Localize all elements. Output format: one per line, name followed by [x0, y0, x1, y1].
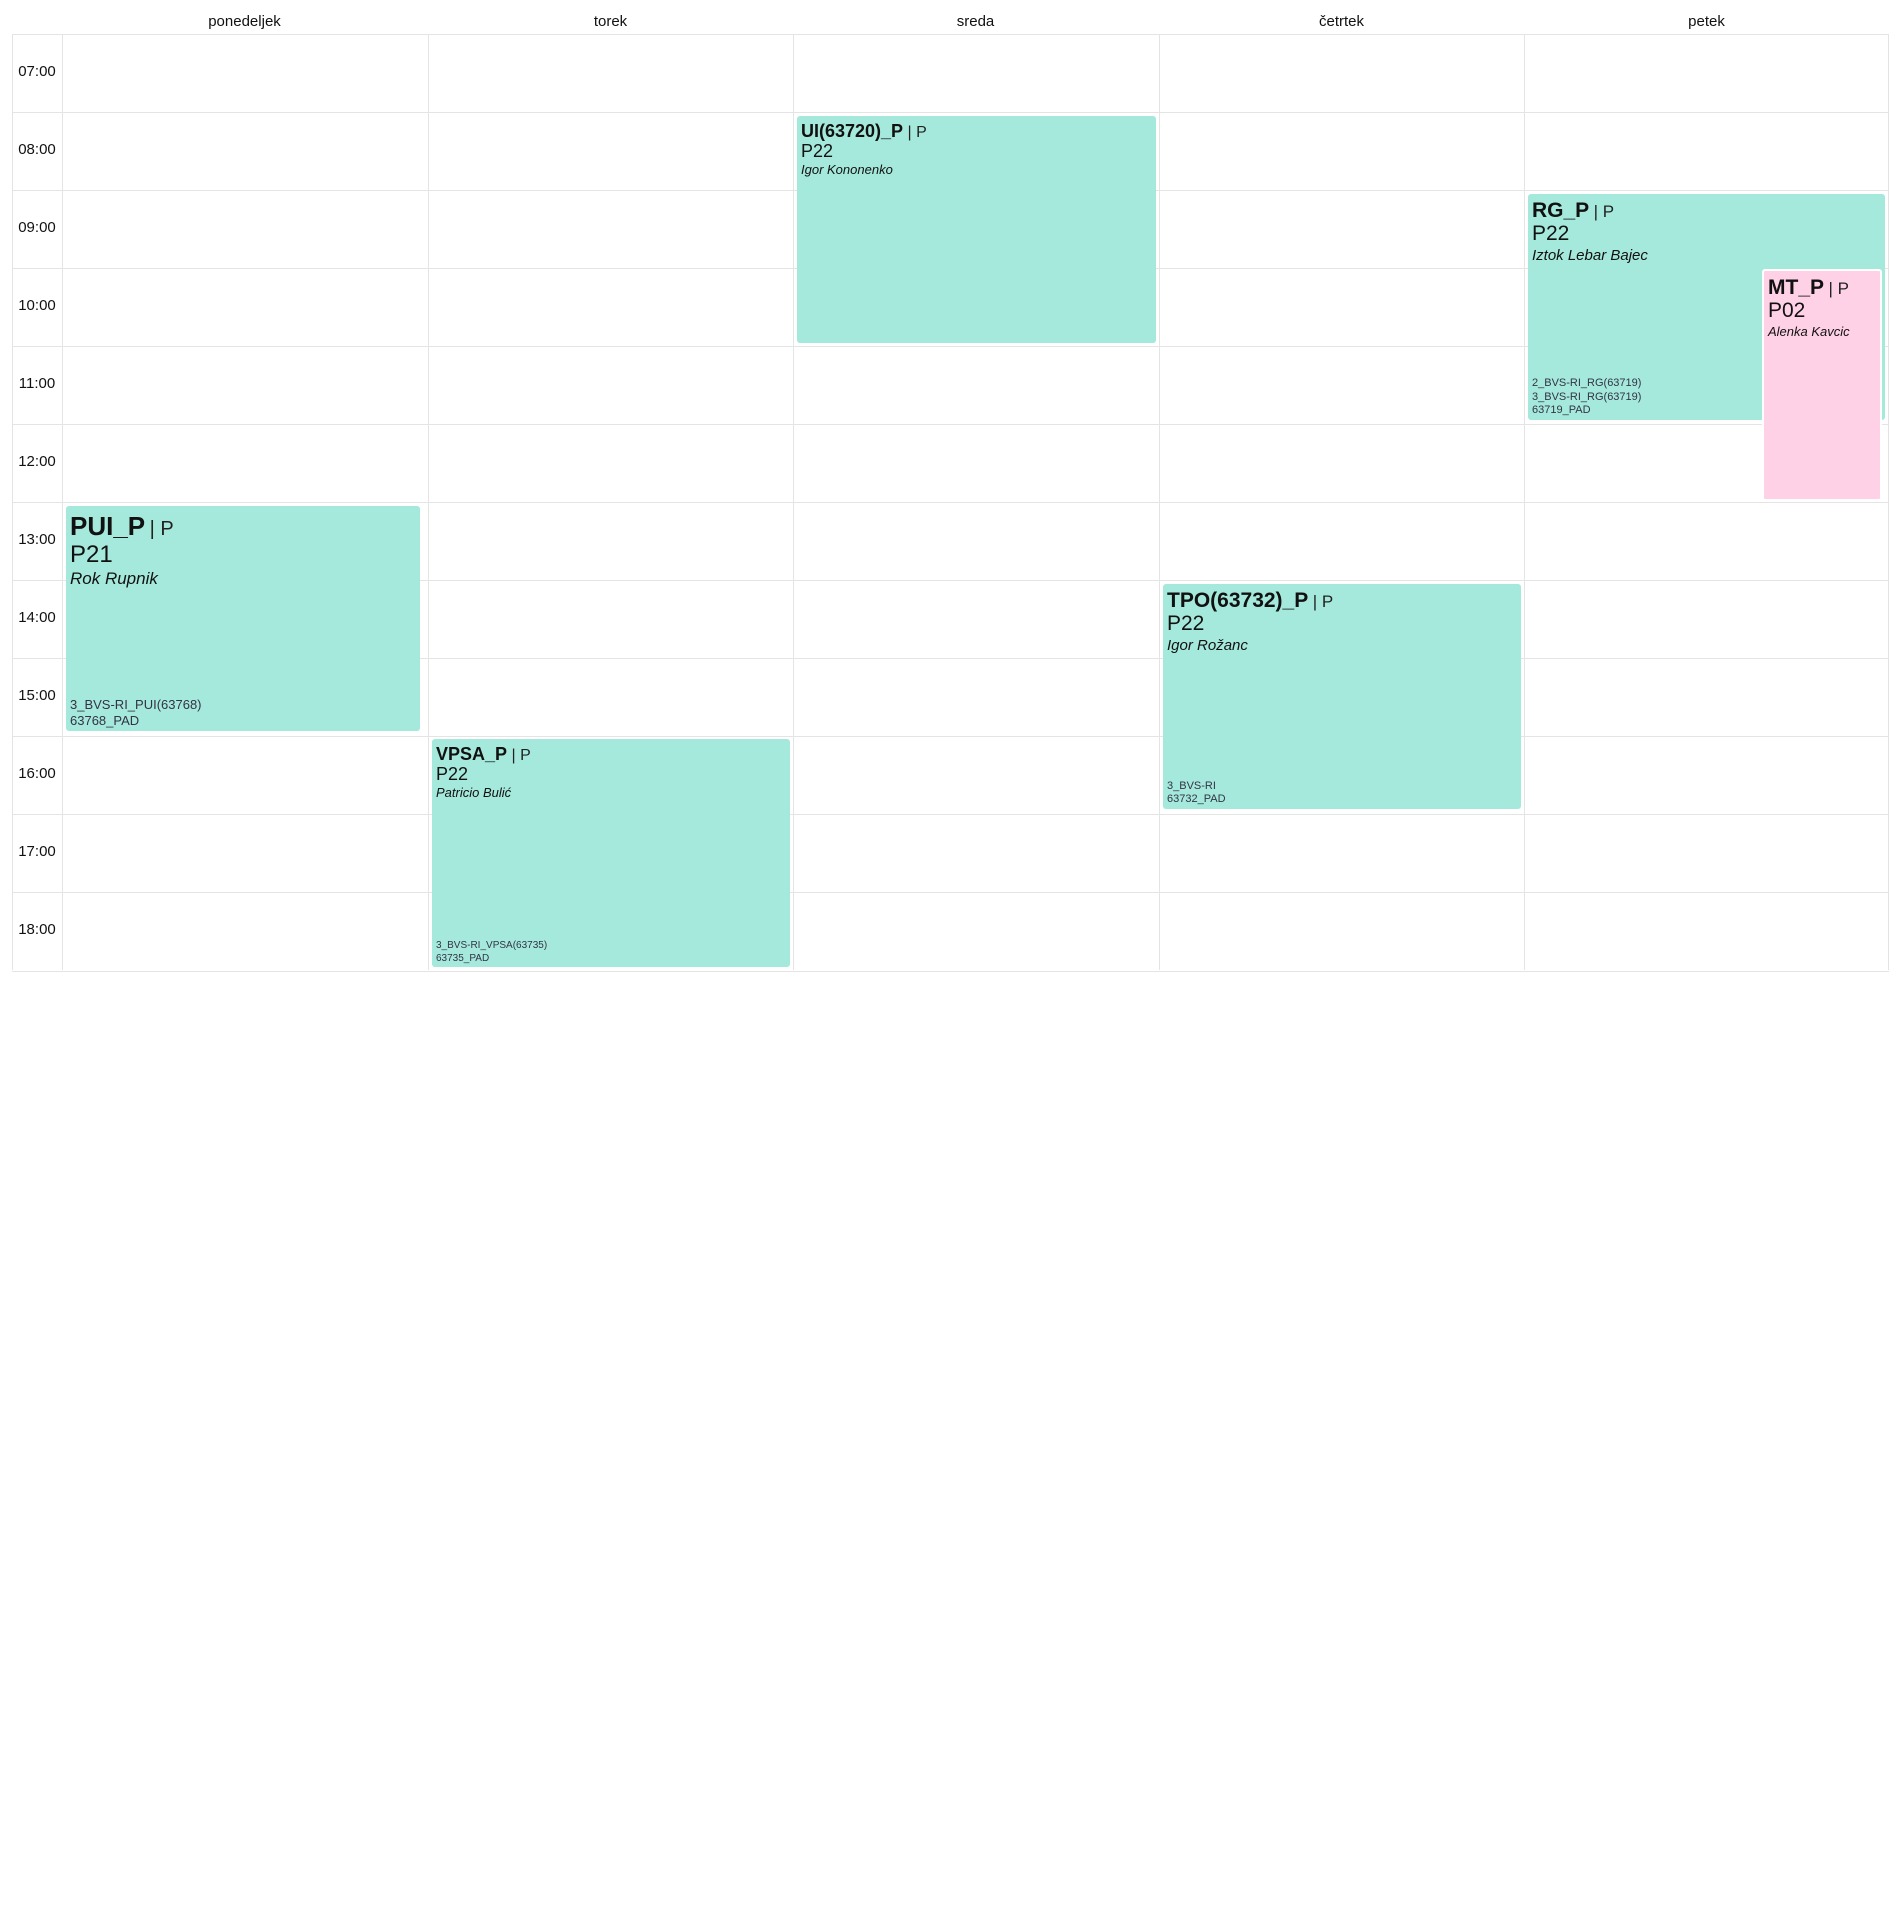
event-header: PUI_P | P: [70, 511, 416, 542]
day-header-thursday: četrtek: [1318, 13, 1364, 30]
event-type: | P: [149, 518, 174, 540]
event-group: 63732_PAD: [1167, 793, 1226, 806]
time-label: 13:00: [18, 531, 56, 548]
timetable: ponedeljek torek sreda četrtek petek 07:…: [12, 0, 1889, 972]
event-title: RG_P: [1532, 199, 1590, 222]
event-room: P22: [1532, 222, 1570, 245]
time-label: 07:00: [18, 63, 56, 80]
event-groups: 3_BVS-RI_PUI(63768) 63768_PAD: [70, 697, 202, 730]
event-group: 3_BVS-RI_RG(63719): [1532, 390, 1642, 403]
event-header: VPSA_P | P: [436, 744, 786, 765]
event-group: 63719_PAD: [1532, 404, 1591, 417]
event-group: 2_BVS-RI_RG(63719): [1532, 376, 1642, 389]
hour-row: 16:00: [12, 736, 1889, 815]
event-header: MT_P | P: [1768, 276, 1876, 300]
event-type: | P: [1593, 202, 1615, 221]
time-label: 14:00: [18, 609, 56, 626]
event-group: 63735_PAD: [436, 952, 490, 964]
event-type: | P: [1828, 279, 1849, 298]
event-group: 63768_PAD: [70, 712, 140, 728]
time-label: 17:00: [18, 843, 56, 860]
hour-row: 12:00: [12, 424, 1889, 503]
hour-row: 18:00: [12, 892, 1889, 972]
event-room: P21: [70, 541, 113, 568]
event-room: P02: [1768, 299, 1806, 322]
event-header: UI(63720)_P | P: [801, 121, 1152, 142]
event-group: 3_BVS-RI_PUI(63768): [70, 696, 202, 712]
event-title: PUI_P: [70, 511, 146, 541]
event-groups: 3_BVS-RI 63732_PAD: [1167, 780, 1226, 808]
event-groups: 3_BVS-RI_VPSA(63735) 63735_PAD: [436, 940, 547, 965]
event-teacher: Igor Rožanc: [1167, 637, 1248, 655]
event-groups: 2_BVS-RI_RG(63719) 3_BVS-RI_RG(63719) 63…: [1532, 377, 1641, 418]
time-label: 16:00: [18, 765, 56, 782]
event-ui-lecture[interactable]: UI(63720)_P | P P22 Igor Kononenko: [797, 116, 1156, 343]
event-header: RG_P | P: [1532, 199, 1881, 223]
event-type: | P: [511, 747, 531, 764]
day-header-wednesday: sreda: [956, 13, 995, 30]
event-title: TPO(63732)_P: [1167, 589, 1309, 612]
time-label: 15:00: [18, 687, 56, 704]
event-tpo-lecture[interactable]: TPO(63732)_P | P P22 Igor Rožanc 3_BVS-R…: [1163, 584, 1521, 809]
event-mt-lecture[interactable]: MT_P | P P02 Alenka Kavcic: [1762, 269, 1882, 501]
day-header-friday: petek: [1688, 13, 1725, 30]
event-teacher: Patricio Bulić: [436, 784, 512, 800]
event-pui-lecture[interactable]: PUI_P | P P21 Rok Rupnik 3_BVS-RI_PUI(63…: [66, 506, 420, 731]
event-title: MT_P: [1768, 276, 1825, 299]
hour-row: 17:00: [12, 814, 1889, 893]
event-teacher: Igor Kononenko: [801, 161, 893, 177]
event-header: TPO(63732)_P | P: [1167, 589, 1517, 613]
schedule-grid: 07:00 08:00 09:00 10:00 11:00 12:00 13:0…: [12, 34, 1889, 972]
event-title: UI(63720)_P: [801, 121, 904, 141]
event-vpsa-lecture[interactable]: VPSA_P | P P22 Patricio Bulić 3_BVS-RI_V…: [432, 739, 790, 967]
time-label: 08:00: [18, 141, 56, 158]
event-title: VPSA_P: [436, 744, 508, 764]
day-header-tuesday: torek: [593, 13, 628, 30]
time-label: 18:00: [18, 921, 56, 938]
event-room: P22: [1167, 612, 1205, 635]
event-room: P22: [436, 764, 469, 784]
event-type: | P: [907, 124, 927, 141]
event-group: 3_BVS-RI_VPSA(63735): [436, 940, 548, 951]
time-label: 11:00: [18, 375, 56, 392]
hour-row: 07:00: [12, 34, 1889, 113]
event-teacher: Iztok Lebar Bajec: [1532, 247, 1648, 265]
day-headers: ponedeljek torek sreda četrtek petek: [62, 0, 1889, 34]
event-type: | P: [1312, 592, 1334, 611]
event-teacher: Rok Rupnik: [70, 569, 158, 589]
time-label: 12:00: [18, 453, 56, 470]
time-label: 10:00: [18, 297, 56, 314]
event-group: 3_BVS-RI: [1167, 779, 1216, 792]
event-teacher: Alenka Kavcic: [1768, 324, 1850, 340]
day-header-monday: ponedeljek: [208, 13, 281, 30]
time-label: 09:00: [18, 219, 56, 236]
event-room: P22: [801, 141, 834, 161]
